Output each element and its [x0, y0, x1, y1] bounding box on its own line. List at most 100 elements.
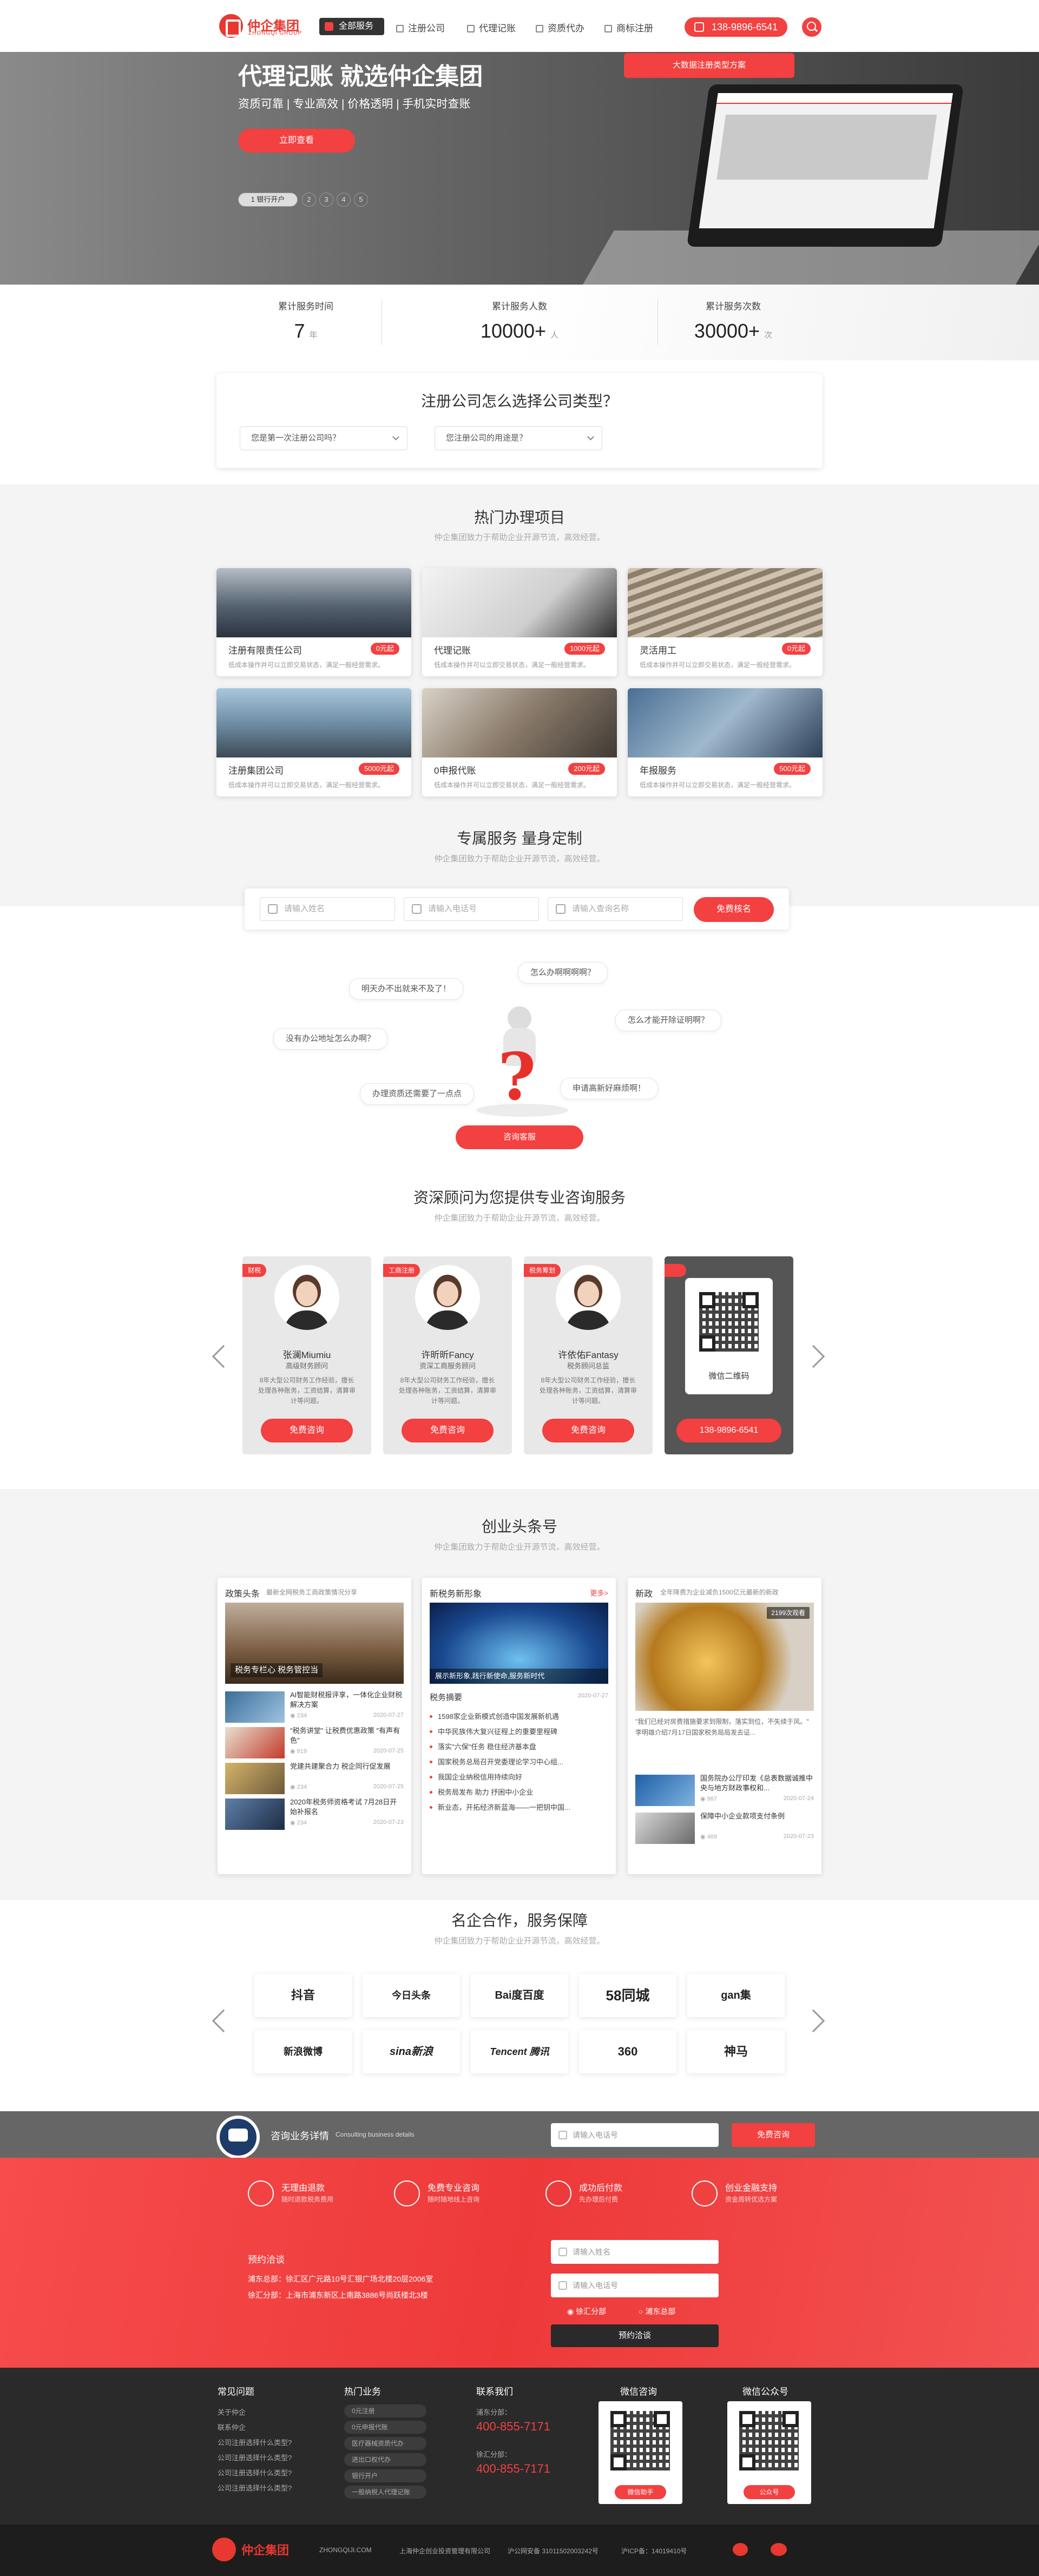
footer-link[interactable]: 公司注册选择什么类型?: [218, 2467, 292, 2478]
news-link[interactable]: 中华民族伟大复兴征程上的重要里程碑: [430, 1726, 608, 1736]
footer-link[interactable]: 关于仲企: [218, 2407, 246, 2417]
banner-cta-button[interactable]: 立即查看: [238, 129, 355, 153]
nav-trademark[interactable]: 商标注册: [604, 21, 653, 34]
partner-sina[interactable]: sina新浪: [363, 2030, 460, 2073]
name-input[interactable]: 请输入姓名: [260, 897, 395, 921]
footer-service-link[interactable]: 进出口权代办: [344, 2453, 426, 2466]
footer-link[interactable]: 公司注册选择什么类型?: [218, 2437, 292, 2447]
news-item[interactable]: AI智能财税报评享，一体化企业财税解决方案 ◉ 234 2020-07-27: [225, 1689, 404, 1723]
bigdata-plan-button[interactable]: 大数据注册类型方案: [624, 53, 794, 78]
nav-label: 商标注册: [616, 23, 653, 34]
partner-shenma[interactable]: 神马: [687, 2030, 785, 2073]
section-subtitle: 仲企集团致力于帮助企业开源节流，高效经营。: [434, 533, 605, 542]
free-consult-button[interactable]: 免费咨询: [261, 1419, 353, 1442]
footer-service-link[interactable]: 一般纳税人代理记账: [344, 2486, 426, 2499]
nav-qualification[interactable]: 资质代办: [536, 21, 584, 34]
partner-58[interactable]: 58同城: [579, 1974, 676, 2017]
news-link[interactable]: 国家税务总局召开党委理论学习中心组...: [430, 1756, 608, 1767]
news-link[interactable]: 税务局发布 助力 抒困中小企业: [430, 1787, 608, 1797]
news-item[interactable]: 国务院办公厅印发《总表数据诚推中央与地方财政事权和... ◉ 987 2020-…: [635, 1773, 814, 1806]
radio-pudong[interactable]: ○ 浦东总部: [639, 2306, 675, 2317]
slide-dot[interactable]: 5: [354, 193, 368, 207]
nav-accounting[interactable]: 代理记账: [467, 21, 516, 34]
logo-mark-icon: [212, 2538, 236, 2561]
appointment-name-input[interactable]: 请输入姓名: [551, 2240, 719, 2264]
company-name-input[interactable]: 请输入查询名称: [548, 897, 683, 921]
all-services-button[interactable]: 全部服务: [319, 18, 384, 35]
phone-input[interactable]: 请输入电话号: [404, 897, 539, 921]
news-item[interactable]: 党建共建聚合力 税企同行促发展 ◉ 234 2020-07-25: [225, 1761, 404, 1794]
consult-service-button[interactable]: 咨询客服: [456, 1125, 583, 1149]
purpose-select[interactable]: 您注册公司的用途是？: [435, 426, 602, 450]
news-link[interactable]: 1598家企业新模式创造中国发展新机遇: [430, 1711, 608, 1721]
service-card[interactable]: 0申报代账 200元起 低成本操作并可以立即交易状态，满足一般经营需求。: [422, 688, 617, 796]
partner-360[interactable]: 360: [579, 2030, 676, 2073]
footer-service-link[interactable]: 0元注册: [344, 2404, 426, 2417]
service-card[interactable]: 注册有限责任公司 0元起 低成本操作并可以立即交易状态，满足一般经营需求。: [216, 568, 411, 676]
views: ◉ 234: [290, 1712, 307, 1719]
footer-link[interactable]: 公司注册选择什么类型?: [218, 2452, 292, 2462]
nav-register-company[interactable]: 注册公司: [396, 21, 445, 34]
partner-ganji[interactable]: gan集: [687, 1974, 785, 2017]
slide-dot[interactable]: 4: [337, 193, 351, 207]
appointment-button[interactable]: 预约洽谈: [551, 2324, 719, 2347]
radio-xuhui[interactable]: ◉ 徐汇分部: [567, 2306, 606, 2317]
card-icon: [545, 2180, 571, 2206]
footer-col-title: 常见问题: [218, 2387, 254, 2397]
first-registration-select[interactable]: 您是第一次注册公司吗？: [240, 426, 407, 450]
news-link[interactable]: 落实"六保"任务 稳住经济基本盘: [430, 1741, 608, 1751]
news-link[interactable]: 我国企业纳税信用持续向好: [430, 1771, 608, 1782]
building-icon: [556, 904, 565, 914]
free-name-check-button[interactable]: 免费核名: [694, 897, 774, 922]
partner-weibo[interactable]: 新浪微博: [254, 2030, 352, 2073]
more-link[interactable]: 更多>: [590, 1587, 608, 1598]
service-card[interactable]: 灵活用工 0元起 低成本操作并可以立即交易状态，满足一般经营需求。: [628, 568, 823, 676]
partner-toutiao[interactable]: 今日头条: [363, 1974, 460, 2017]
service-card[interactable]: 年报服务 500元起 低成本操作并可以立即交易状态，满足一般经营需求。: [628, 688, 823, 796]
column-subtitle: 最新全网税务工商政策情况分享: [266, 1589, 358, 1596]
sub-date: 2020-07-27: [577, 1692, 608, 1699]
prev-arrow-icon[interactable]: [212, 1345, 235, 1368]
avatar: [415, 1265, 480, 1330]
section-subtitle: 仲企集团致力于帮助企业开源节流，高效经营。: [434, 854, 605, 864]
news-item[interactable]: 保障中小企业款项支付条例 ◉ 469 2020-07-23: [635, 1810, 814, 1844]
footer-service-link[interactable]: 0元申报代账: [344, 2421, 426, 2434]
slide-dot-active[interactable]: 1 银行开户: [238, 193, 298, 207]
free-consult-button[interactable]: 免费咨询: [542, 1419, 634, 1442]
placeholder: 请输入电话号: [428, 904, 477, 913]
gavel-image[interactable]: 税务专栏心 税务管控当: [225, 1603, 404, 1684]
news-link[interactable]: 新业态，开拓经济新蓝海——一把钥中国...: [430, 1802, 608, 1812]
footer-phone[interactable]: 400-855-7171: [476, 2462, 550, 2476]
slide-dot[interactable]: 2: [302, 193, 316, 207]
certificate-icon: [536, 25, 543, 32]
site-logo[interactable]: 仲企集团 ZHONGQI GROUP: [219, 14, 311, 38]
partner-tencent[interactable]: Tencent 腾讯: [471, 2030, 568, 2073]
card-desc: 低成本操作并可以立即交易状态，满足一般经营需求。: [228, 781, 385, 789]
phone-button[interactable]: 138-9896-6541: [685, 17, 787, 37]
tax-coin-image[interactable]: 2199次观看: [635, 1603, 814, 1711]
wechat-icon[interactable]: [771, 2543, 787, 2556]
next-arrow-icon[interactable]: [801, 1345, 825, 1368]
qr-phone-button[interactable]: 138-9896-6541: [676, 1419, 781, 1442]
footer-service-link[interactable]: 医疗器械资质代办: [344, 2437, 426, 2450]
news-item[interactable]: 2020年税务师资格考试 7月28日开始补报名 ◉ 234 2020-07-23: [225, 1796, 404, 1830]
prev-arrow-icon[interactable]: [212, 2009, 235, 2033]
weibo-icon[interactable]: [733, 2543, 748, 2556]
footer-link[interactable]: 联系仲企: [218, 2422, 246, 2432]
tax-image[interactable]: 展示新形象,践行新使命,服务新时代: [430, 1603, 608, 1684]
footer-service-link[interactable]: 银行开户: [344, 2469, 426, 2482]
next-arrow-icon[interactable]: [801, 2009, 825, 2033]
news-item[interactable]: "税务讲堂" 让税费优惠政策 "有声有色" ◉ 919 2020-07-25: [225, 1725, 404, 1758]
consult-phone-input[interactable]: 请输入电话号: [551, 2123, 719, 2147]
footer-phone[interactable]: 400-855-7171: [476, 2420, 550, 2434]
appointment-phone-input[interactable]: 请输入电话号: [551, 2274, 719, 2297]
search-button[interactable]: [802, 17, 821, 37]
free-consult-button[interactable]: 免费咨询: [732, 2123, 815, 2147]
service-card[interactable]: 注册集团公司 5000元起 低成本操作并可以立即交易状态，满足一般经营需求。: [216, 688, 411, 796]
free-consult-button[interactable]: 免费咨询: [402, 1419, 494, 1442]
partner-baidu[interactable]: Bai度百度: [471, 1974, 568, 2017]
footer-link[interactable]: 公司注册选择什么类型?: [218, 2482, 292, 2493]
slide-dot[interactable]: 3: [319, 193, 333, 207]
service-card[interactable]: 代理记账 1000元起 低成本操作并可以立即交易状态，满足一般经营需求。: [422, 568, 617, 676]
partner-douyin[interactable]: 抖音: [254, 1974, 352, 2017]
